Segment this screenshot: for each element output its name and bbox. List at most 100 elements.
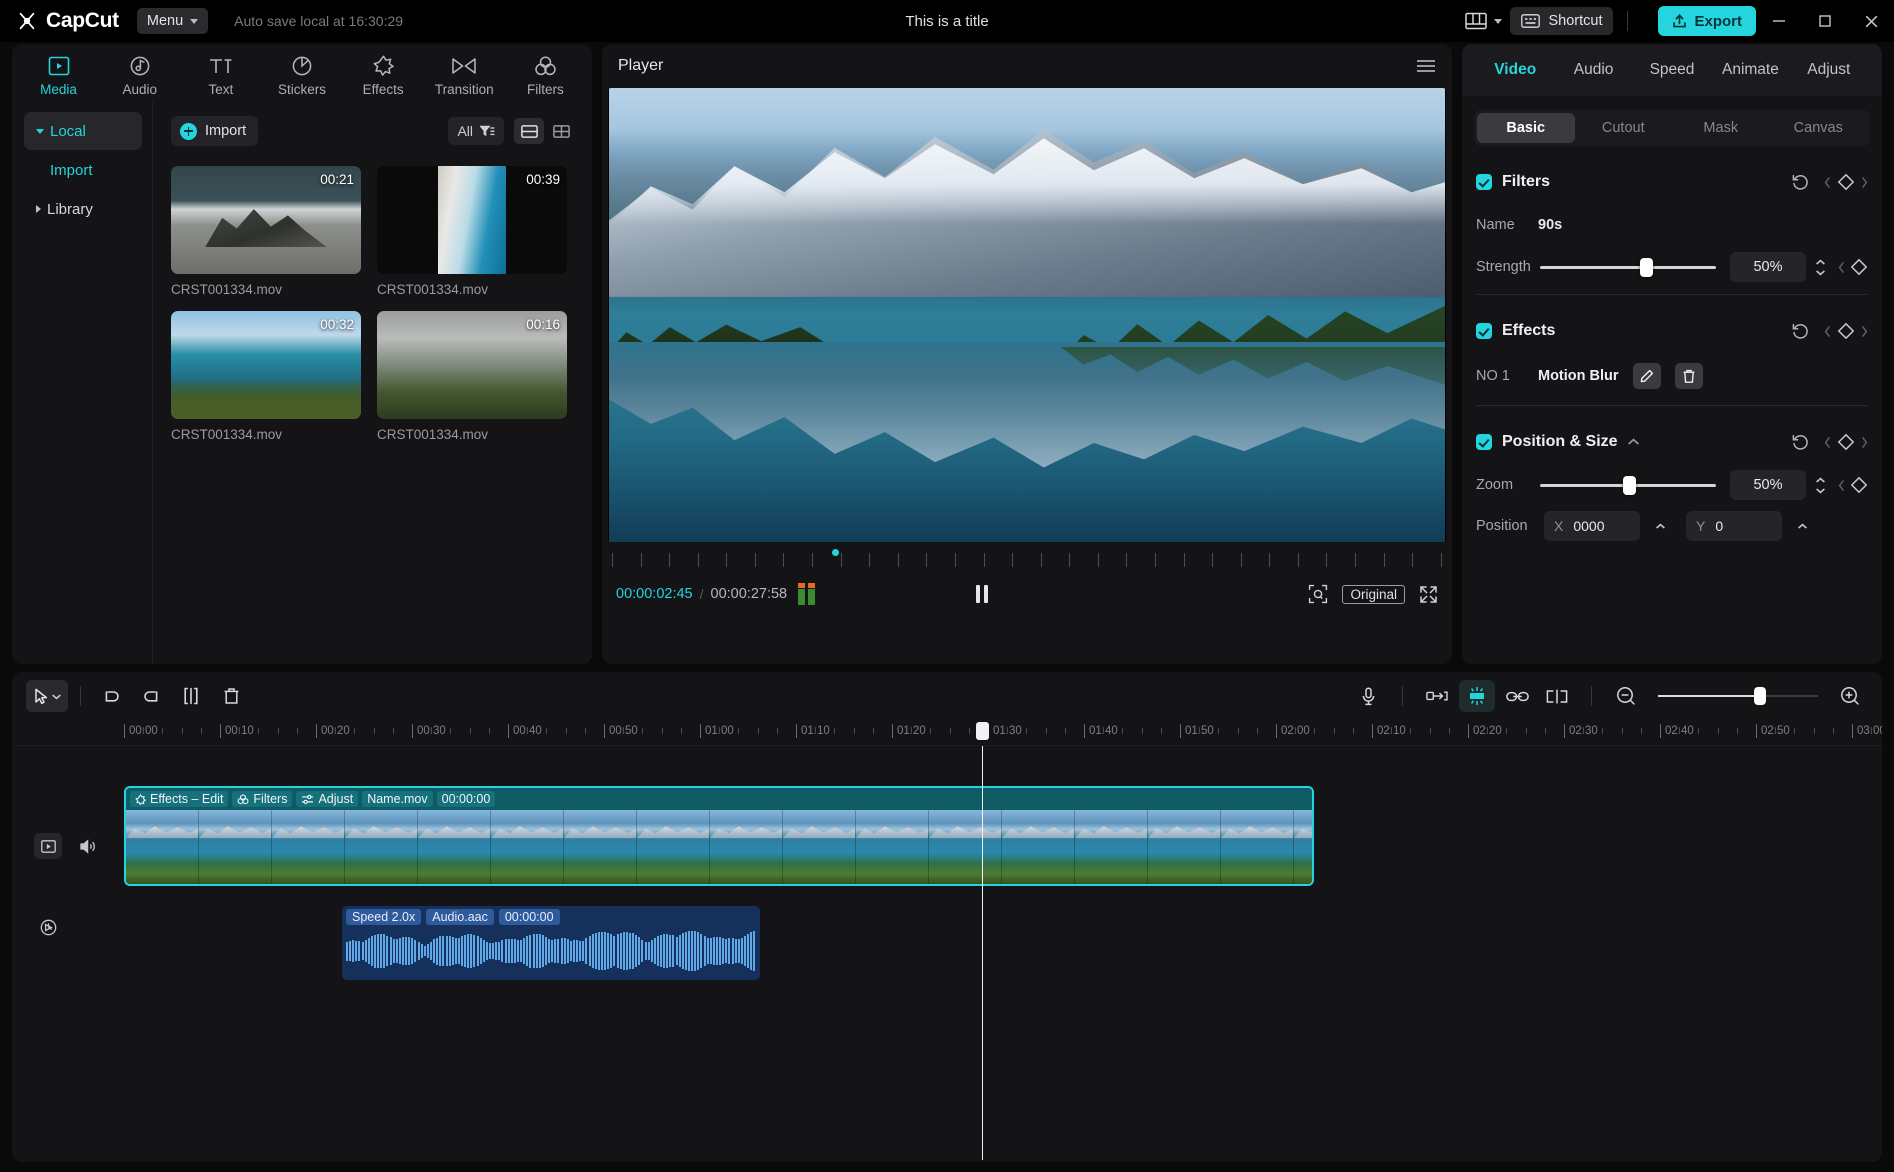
keyframe-diamond-icon[interactable] bbox=[1850, 476, 1868, 494]
keyframe-next-icon[interactable] bbox=[1861, 325, 1868, 338]
clip-tag-effects[interactable]: Effects – Edit bbox=[130, 791, 229, 807]
shortcut-button[interactable]: Shortcut bbox=[1510, 7, 1614, 35]
slider-knob[interactable] bbox=[1622, 475, 1636, 495]
clip-tag-filters[interactable]: Filters bbox=[232, 791, 293, 807]
nav-tab-effects[interactable]: Effects bbox=[343, 50, 424, 97]
maximize-button[interactable] bbox=[1802, 0, 1848, 42]
media-thumbnail[interactable]: 00:16 bbox=[377, 311, 567, 419]
slider-knob[interactable] bbox=[1754, 687, 1766, 705]
effect-edit-button[interactable] bbox=[1632, 363, 1661, 389]
keyframe-prev-icon[interactable] bbox=[1824, 436, 1831, 449]
import-button[interactable]: Import bbox=[171, 116, 259, 146]
keyframe-nav-button[interactable] bbox=[1419, 680, 1455, 712]
filter-strength-value[interactable]: 50% bbox=[1730, 252, 1806, 282]
effect-delete-button[interactable] bbox=[1674, 363, 1703, 389]
nav-tab-stickers[interactable]: Stickers bbox=[261, 50, 342, 97]
playhead-handle[interactable] bbox=[976, 722, 989, 740]
layout-button[interactable] bbox=[1457, 8, 1510, 34]
hamburger-icon[interactable] bbox=[1416, 59, 1436, 73]
nav-tab-filters[interactable]: Filters bbox=[505, 50, 586, 97]
mirror-button[interactable] bbox=[1459, 680, 1495, 712]
keyframe-prev-icon[interactable] bbox=[1838, 479, 1845, 492]
position-y-stepper[interactable] bbox=[1797, 523, 1808, 530]
subtab-cutout[interactable]: Cutout bbox=[1575, 113, 1673, 143]
timeline-video-clip[interactable]: Effects – Edit Filters Adjust Name.mov 0… bbox=[124, 786, 1314, 886]
zoom-slider[interactable] bbox=[1540, 475, 1716, 495]
keyframe-prev-icon[interactable] bbox=[1824, 325, 1831, 338]
audio-tag-speed[interactable]: Speed 2.0x bbox=[346, 909, 422, 925]
filters-checkbox[interactable] bbox=[1476, 174, 1492, 190]
clip-tag-adjust[interactable]: Adjust bbox=[296, 791, 359, 807]
player-scrubber[interactable] bbox=[612, 547, 1442, 573]
link-button[interactable] bbox=[1499, 680, 1535, 712]
zoom-value[interactable]: 50% bbox=[1730, 470, 1806, 500]
media-item[interactable]: 00:21 CRST001334.mov bbox=[171, 166, 361, 297]
timeline-zoom-slider[interactable] bbox=[1658, 687, 1818, 705]
split-button[interactable] bbox=[173, 680, 209, 712]
position-size-checkbox[interactable] bbox=[1476, 434, 1492, 450]
video-preview[interactable] bbox=[608, 88, 1446, 542]
tab-adjust[interactable]: Adjust bbox=[1790, 61, 1868, 79]
record-voiceover-button[interactable] bbox=[1350, 680, 1386, 712]
tab-video[interactable]: Video bbox=[1476, 61, 1554, 79]
media-thumbnail[interactable]: 00:21 bbox=[171, 166, 361, 274]
aspect-ratio-button[interactable]: Original bbox=[1342, 584, 1405, 604]
tree-item-local[interactable]: Local bbox=[24, 112, 142, 150]
tab-audio[interactable]: Audio bbox=[1554, 61, 1632, 79]
reset-icon[interactable] bbox=[1791, 173, 1810, 192]
subtab-mask[interactable]: Mask bbox=[1672, 113, 1770, 143]
fullscreen-icon[interactable] bbox=[1419, 585, 1438, 604]
zoom-out-button[interactable] bbox=[1608, 680, 1644, 712]
list-view-button[interactable] bbox=[514, 118, 544, 144]
media-thumbnail[interactable]: 00:32 bbox=[171, 311, 361, 419]
media-thumbnail[interactable]: 00:39 bbox=[377, 166, 567, 274]
scrubber-playhead[interactable] bbox=[831, 549, 839, 556]
position-y-field[interactable]: Y 0 bbox=[1686, 511, 1782, 541]
keyframe-diamond-icon[interactable] bbox=[1850, 258, 1868, 276]
select-tool-button[interactable] bbox=[26, 680, 68, 712]
chevron-up-icon[interactable] bbox=[1627, 438, 1640, 446]
timeline-ruler[interactable]: 00:00 00:10 00:20 00:30 00:40 00:50 01:00 01:10… bbox=[12, 720, 1882, 746]
media-filter-button[interactable]: All bbox=[448, 117, 504, 145]
timeline-audio-clip[interactable]: Speed 2.0x Audio.aac 00:00:00 bbox=[342, 906, 760, 980]
media-item[interactable]: 00:16 CRST001334.mov bbox=[377, 311, 567, 442]
nav-tab-media[interactable]: Media bbox=[18, 50, 99, 97]
export-button[interactable]: Export bbox=[1658, 6, 1756, 36]
tree-item-import[interactable]: Import bbox=[24, 150, 142, 190]
nav-tab-transition[interactable]: Transition bbox=[424, 50, 505, 97]
freeze-frame-button[interactable] bbox=[1539, 680, 1575, 712]
keyframe-next-icon[interactable] bbox=[1861, 176, 1868, 189]
video-track-mute[interactable] bbox=[74, 833, 102, 859]
media-item[interactable]: 00:39 CRST001334.mov bbox=[377, 166, 567, 297]
position-x-stepper[interactable] bbox=[1655, 523, 1666, 530]
tab-animate[interactable]: Animate bbox=[1711, 61, 1789, 79]
video-track-toggle[interactable] bbox=[34, 833, 62, 859]
nav-tab-audio[interactable]: Audio bbox=[99, 50, 180, 97]
audio-track-toggle[interactable] bbox=[34, 914, 62, 940]
minimize-button[interactable] bbox=[1756, 0, 1802, 42]
reset-icon[interactable] bbox=[1791, 322, 1810, 341]
nav-tab-text[interactable]: Text bbox=[180, 50, 261, 97]
tab-speed[interactable]: Speed bbox=[1633, 61, 1711, 79]
subtab-basic[interactable]: Basic bbox=[1477, 113, 1575, 143]
keyframe-diamond-icon[interactable] bbox=[1837, 173, 1855, 191]
effects-checkbox[interactable] bbox=[1476, 323, 1492, 339]
filter-strength-slider[interactable] bbox=[1540, 257, 1716, 277]
redo-button[interactable] bbox=[133, 680, 169, 712]
tree-item-library[interactable]: Library bbox=[24, 190, 142, 228]
play-pause-button[interactable] bbox=[975, 585, 988, 603]
keyframe-next-icon[interactable] bbox=[1861, 436, 1868, 449]
close-button[interactable] bbox=[1848, 0, 1894, 42]
keyframe-prev-icon[interactable] bbox=[1824, 176, 1831, 189]
grid-view-button[interactable] bbox=[546, 118, 576, 144]
quality-icon[interactable] bbox=[1308, 584, 1328, 604]
zoom-in-button[interactable] bbox=[1832, 680, 1868, 712]
position-x-field[interactable]: X 0000 bbox=[1544, 511, 1640, 541]
keyframe-prev-icon[interactable] bbox=[1838, 261, 1845, 274]
menu-button[interactable]: Menu bbox=[136, 8, 209, 34]
undo-button[interactable] bbox=[93, 680, 129, 712]
zoom-stepper[interactable] bbox=[1815, 477, 1826, 494]
subtab-canvas[interactable]: Canvas bbox=[1770, 113, 1868, 143]
delete-button[interactable] bbox=[213, 680, 249, 712]
keyframe-diamond-icon[interactable] bbox=[1837, 433, 1855, 451]
